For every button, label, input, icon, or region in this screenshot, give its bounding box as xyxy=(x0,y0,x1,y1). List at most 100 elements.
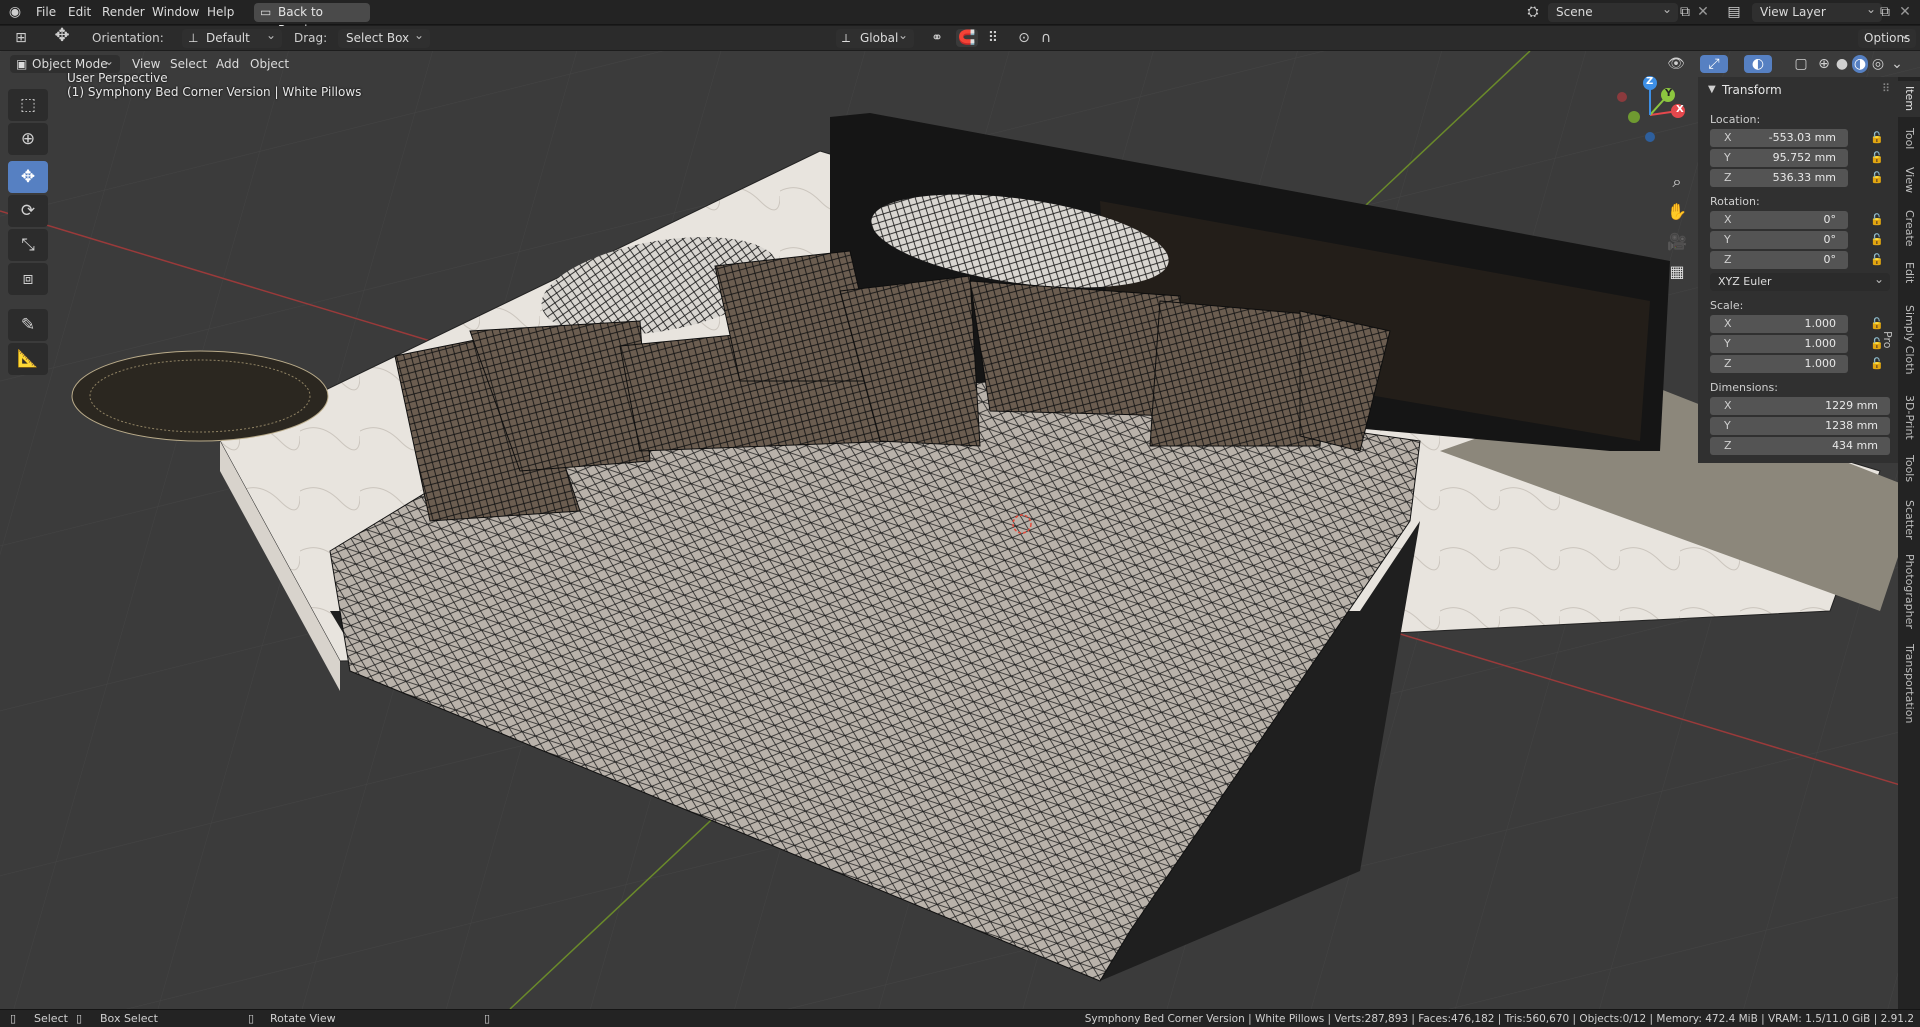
lock-icon[interactable]: 🔓 xyxy=(1870,169,1884,187)
select-box-tool-icon[interactable]: ⬚ xyxy=(8,89,48,121)
dimensions-x-value: 1229 mm xyxy=(1825,399,1878,412)
shading-options-icon[interactable]: ⌄ xyxy=(1890,55,1904,73)
lock-icon[interactable]: 🔓 xyxy=(1870,355,1884,373)
view-layer-name: View Layer xyxy=(1760,5,1826,19)
dimensions-y-field[interactable]: Y 1238 mm xyxy=(1710,417,1890,435)
menu-add[interactable]: Add xyxy=(210,56,245,72)
shading-solid-icon[interactable]: ● xyxy=(1834,55,1850,73)
axis-x-label: X xyxy=(1724,399,1732,412)
pivot-point-icon[interactable]: ⚭ xyxy=(922,29,952,47)
tab-view[interactable]: View xyxy=(1898,161,1920,199)
navigation-gizmo[interactable] xyxy=(1610,75,1690,155)
cursor-tool-icon[interactable]: ⊕ xyxy=(8,123,48,155)
drag-handle-icon[interactable]: ⠿ xyxy=(1882,82,1890,95)
lock-icon[interactable]: 🔓 xyxy=(1870,251,1884,269)
scene-statistics: Symphony Bed Corner Version | White Pill… xyxy=(1084,1013,1914,1025)
orientation-label: Orientation: xyxy=(92,31,164,45)
collapse-arrow-icon[interactable]: ▼ xyxy=(1708,84,1716,95)
options-dropdown[interactable]: Options xyxy=(1858,26,1916,48)
back-to-previous-button[interactable]: ▭ Back to Previous xyxy=(254,3,370,37)
tab-create[interactable]: Create xyxy=(1898,205,1920,251)
menu-window[interactable]: Window xyxy=(146,4,205,20)
dimensions-label: Dimensions: xyxy=(1710,381,1778,394)
scale-x-field[interactable]: X 1.000 xyxy=(1710,315,1848,333)
rotation-x-field[interactable]: X 0° xyxy=(1710,211,1848,229)
shading-material-icon[interactable]: ◑ xyxy=(1852,55,1868,73)
scale-y-field[interactable]: Y 1.000 xyxy=(1710,335,1848,353)
menu-help[interactable]: Help xyxy=(201,4,240,20)
menu-object[interactable]: Object xyxy=(244,56,295,72)
editor-type-icon[interactable]: ⊞ xyxy=(8,29,34,47)
visibility-eye-icon[interactable]: 👁 xyxy=(1662,55,1690,73)
dimensions-z-field[interactable]: Z 434 mm xyxy=(1710,437,1890,455)
tab-simply-cloth-pro[interactable]: Simply Cloth Pro xyxy=(1881,295,1920,385)
orthographic-grid-icon[interactable]: ▦ xyxy=(1663,258,1691,286)
view-layer-selector[interactable]: View Layer xyxy=(1752,0,1882,22)
transform-tool-icon[interactable]: ⧈ xyxy=(8,263,48,295)
lock-icon[interactable]: 🔓 xyxy=(1870,231,1884,249)
tab-tool[interactable]: Tool xyxy=(1898,123,1920,155)
new-scene-icon[interactable]: ⧉ xyxy=(1676,3,1694,21)
rotation-y-field[interactable]: Y 0° xyxy=(1710,231,1848,249)
delete-view-layer-icon[interactable]: ✕ xyxy=(1896,3,1914,21)
3d-viewport[interactable]: User Perspective (1) Symphony Bed Corner… xyxy=(0,51,1920,1009)
scene-name: Scene xyxy=(1556,5,1593,19)
tab-tools[interactable]: Tools xyxy=(1898,449,1920,489)
drag-dropdown[interactable]: Select Box xyxy=(338,26,430,48)
axis-z-label: Z xyxy=(1724,357,1732,370)
falloff-icon[interactable]: ∩ xyxy=(1036,29,1056,47)
viewport-scene xyxy=(0,51,1920,1009)
move-tool-button-icon[interactable]: ✥ xyxy=(8,161,48,193)
scale-label: Scale: xyxy=(1710,299,1744,312)
shading-rendered-icon[interactable]: ◎ xyxy=(1870,55,1886,73)
shading-wireframe-icon[interactable]: ⊕ xyxy=(1816,55,1832,73)
scale-z-field[interactable]: Z 1.000 xyxy=(1710,355,1848,373)
location-x-field[interactable]: X -553.03 mm xyxy=(1710,129,1848,147)
tab-scatter[interactable]: Scatter xyxy=(1898,495,1920,545)
location-y-field[interactable]: Y 95.752 mm xyxy=(1710,149,1848,167)
transform-orientation-dropdown[interactable]: ⟂ Global xyxy=(836,26,914,48)
rotation-z-field[interactable]: Z 0° xyxy=(1710,251,1848,269)
orientation-dropdown[interactable]: ⊥ Default xyxy=(182,26,282,48)
dimensions-x-field[interactable]: X 1229 mm xyxy=(1710,397,1890,415)
scene-icon[interactable]: ⛭ xyxy=(1524,3,1542,21)
zoom-icon[interactable]: ⌕ xyxy=(1663,168,1691,196)
tab-item[interactable]: Item xyxy=(1898,81,1920,117)
object-mode-dropdown[interactable]: ▣ Object Mode xyxy=(10,52,120,73)
delete-scene-icon[interactable]: ✕ xyxy=(1694,3,1712,21)
camera-view-icon[interactable]: 🎥 xyxy=(1663,228,1691,256)
lock-icon[interactable]: 🔓 xyxy=(1870,129,1884,147)
proportional-edit-icon[interactable]: ⊙ xyxy=(1014,29,1034,47)
menu-select[interactable]: Select xyxy=(164,56,213,72)
rotation-z-value: 0° xyxy=(1823,253,1837,266)
gizmo-toggle-icon[interactable]: ⤢ xyxy=(1700,55,1728,73)
location-y-value: 95.752 mm xyxy=(1772,151,1836,164)
tab-3d-print[interactable]: 3D-Print xyxy=(1898,391,1920,443)
scene-selector[interactable]: Scene xyxy=(1548,0,1678,22)
menu-render[interactable]: Render xyxy=(96,4,151,20)
rotation-label: Rotation: xyxy=(1710,195,1760,208)
blender-logo-icon[interactable]: ◉ xyxy=(6,3,24,21)
menu-file[interactable]: File xyxy=(30,4,62,20)
snap-target-icon[interactable]: ⠿ xyxy=(978,29,1008,47)
measure-tool-icon[interactable]: 📐 xyxy=(8,343,48,375)
pan-hand-icon[interactable]: ✋ xyxy=(1663,198,1691,226)
scale-tool-icon[interactable]: ⤡ xyxy=(8,229,48,261)
overlays-toggle-icon[interactable]: ◐ xyxy=(1744,55,1772,73)
lock-icon[interactable]: 🔓 xyxy=(1870,211,1884,229)
view-layer-icon[interactable]: ▤ xyxy=(1722,3,1746,21)
rotation-mode-dropdown[interactable]: XYZ Euler xyxy=(1710,270,1890,291)
lock-icon[interactable]: 🔓 xyxy=(1870,149,1884,167)
axis-x-label: X xyxy=(1724,317,1732,330)
snap-toggle-icon[interactable]: 🧲 xyxy=(956,29,978,47)
location-z-field[interactable]: Z 536.33 mm xyxy=(1710,169,1848,187)
tab-photographer[interactable]: Photographer xyxy=(1898,551,1920,631)
annotate-tool-icon[interactable]: ✎ xyxy=(8,309,48,341)
new-view-layer-icon[interactable]: ⧉ xyxy=(1876,3,1894,21)
menu-edit[interactable]: Edit xyxy=(62,4,97,20)
rotate-tool-icon[interactable]: ⟳ xyxy=(8,195,48,227)
menu-view[interactable]: View xyxy=(126,56,166,72)
tab-transportation[interactable]: Transportation xyxy=(1898,637,1920,731)
xray-icon[interactable]: ▢ xyxy=(1792,55,1810,73)
tab-edit[interactable]: Edit xyxy=(1898,257,1920,289)
